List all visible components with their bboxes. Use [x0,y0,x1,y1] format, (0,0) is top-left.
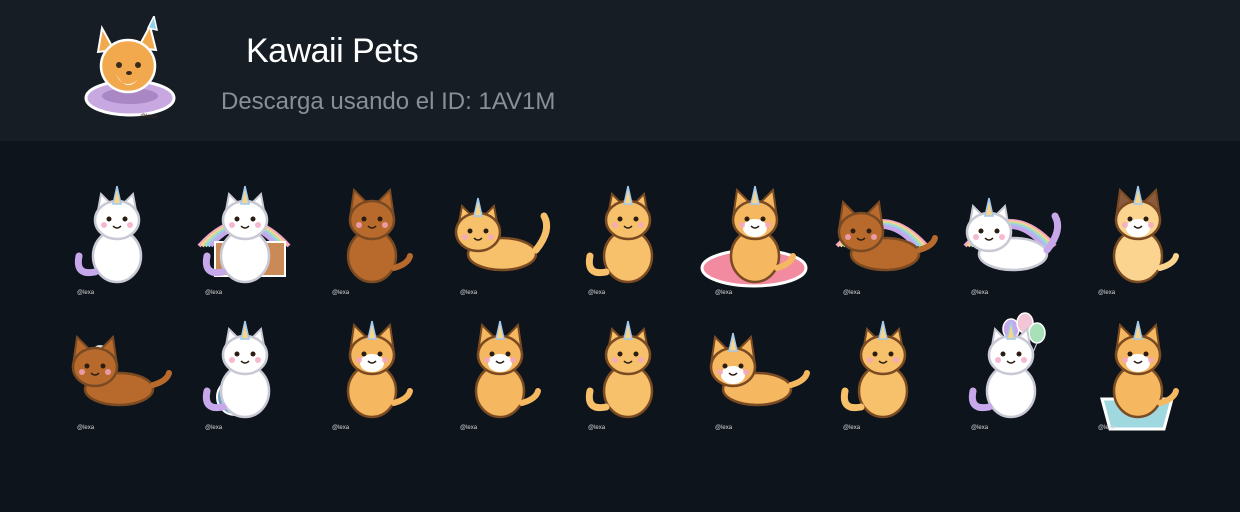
unicorn-cat-standing-sticker[interactable]: @lexa [563,170,691,305]
unicorn-corgi-sitting-sticker[interactable]: @lexa [307,305,435,440]
unicorn-cat-orange-sticker[interactable]: @lexa [818,305,946,440]
sticker-watermark: @lexa [332,290,350,296]
corgi-on-pillow-sticker[interactable]: @lexa [690,170,818,305]
sticker-watermark: @lexa [971,425,989,431]
sticker-grid: @lexa @lexa @lexa @lexa @lexa @lexa @lexa @lexa… [52,170,1202,440]
sticker-watermark: @lexa [1098,425,1116,431]
winged-dachshund-sticker[interactable]: @lexa [52,305,180,440]
unicorn-cat-balloons-sticker[interactable]: @lexa [946,305,1074,440]
sticker-watermark: @lexa [460,425,478,431]
unicorn-corgi-walking-sticker[interactable]: @lexa [690,305,818,440]
sticker-watermark: @lexa [843,425,861,431]
sticker-watermark: @lexa [332,425,350,431]
sticker-watermark: @lexa [460,290,478,296]
dachshund-rainbow-sticker[interactable]: @lexa [818,170,946,305]
pack-header: @lexa Kawaii Pets Descarga usando el ID:… [0,0,1240,141]
unicorn-pug-sticker[interactable]: @lexa [1074,170,1202,305]
unicorn-cat-flying-rainbow-sticker[interactable]: @lexa [946,170,1074,305]
sticker-watermark: @lexa [588,290,606,296]
sticker-watermark: @lexa [77,425,95,431]
sticker-watermark: @lexa [715,425,733,431]
sticker-watermark: @lexa [588,425,606,431]
unicorn-cat-sitting-sticker[interactable]: @lexa [52,170,180,305]
sticker-watermark: @lexa [715,290,733,296]
unicorn-corgi-bowl-sticker[interactable]: @lexa [1074,305,1202,440]
unicorn-cat-lying-sticker[interactable]: @lexa [435,170,563,305]
unicorn-cat-laughing-sticker[interactable]: @lexa [563,305,691,440]
unicorn-cat-in-box-sticker[interactable]: @lexa [180,170,308,305]
sticker-watermark: @lexa [77,290,95,296]
dachshund-howling-sticker[interactable]: @lexa [307,170,435,305]
pack-title: Kawaii Pets [246,32,419,70]
sticker-watermark: @lexa [971,290,989,296]
pack-icon-corgi-float: @lexa [80,13,180,122]
sticker-watermark: @lexa [1098,290,1116,296]
unicorn-cat-yarn-sticker[interactable]: @lexa [180,305,308,440]
sticker-watermark: @lexa [205,290,223,296]
sticker-watermark: @lexa [843,290,861,296]
pack-download-id: Descarga usando el ID: 1AV1M [221,88,556,115]
pack-icon-watermark: @lexa [140,114,158,120]
sticker-watermark: @lexa [205,425,223,431]
unicorn-corgi-sniffing-sticker[interactable]: @lexa [435,305,563,440]
